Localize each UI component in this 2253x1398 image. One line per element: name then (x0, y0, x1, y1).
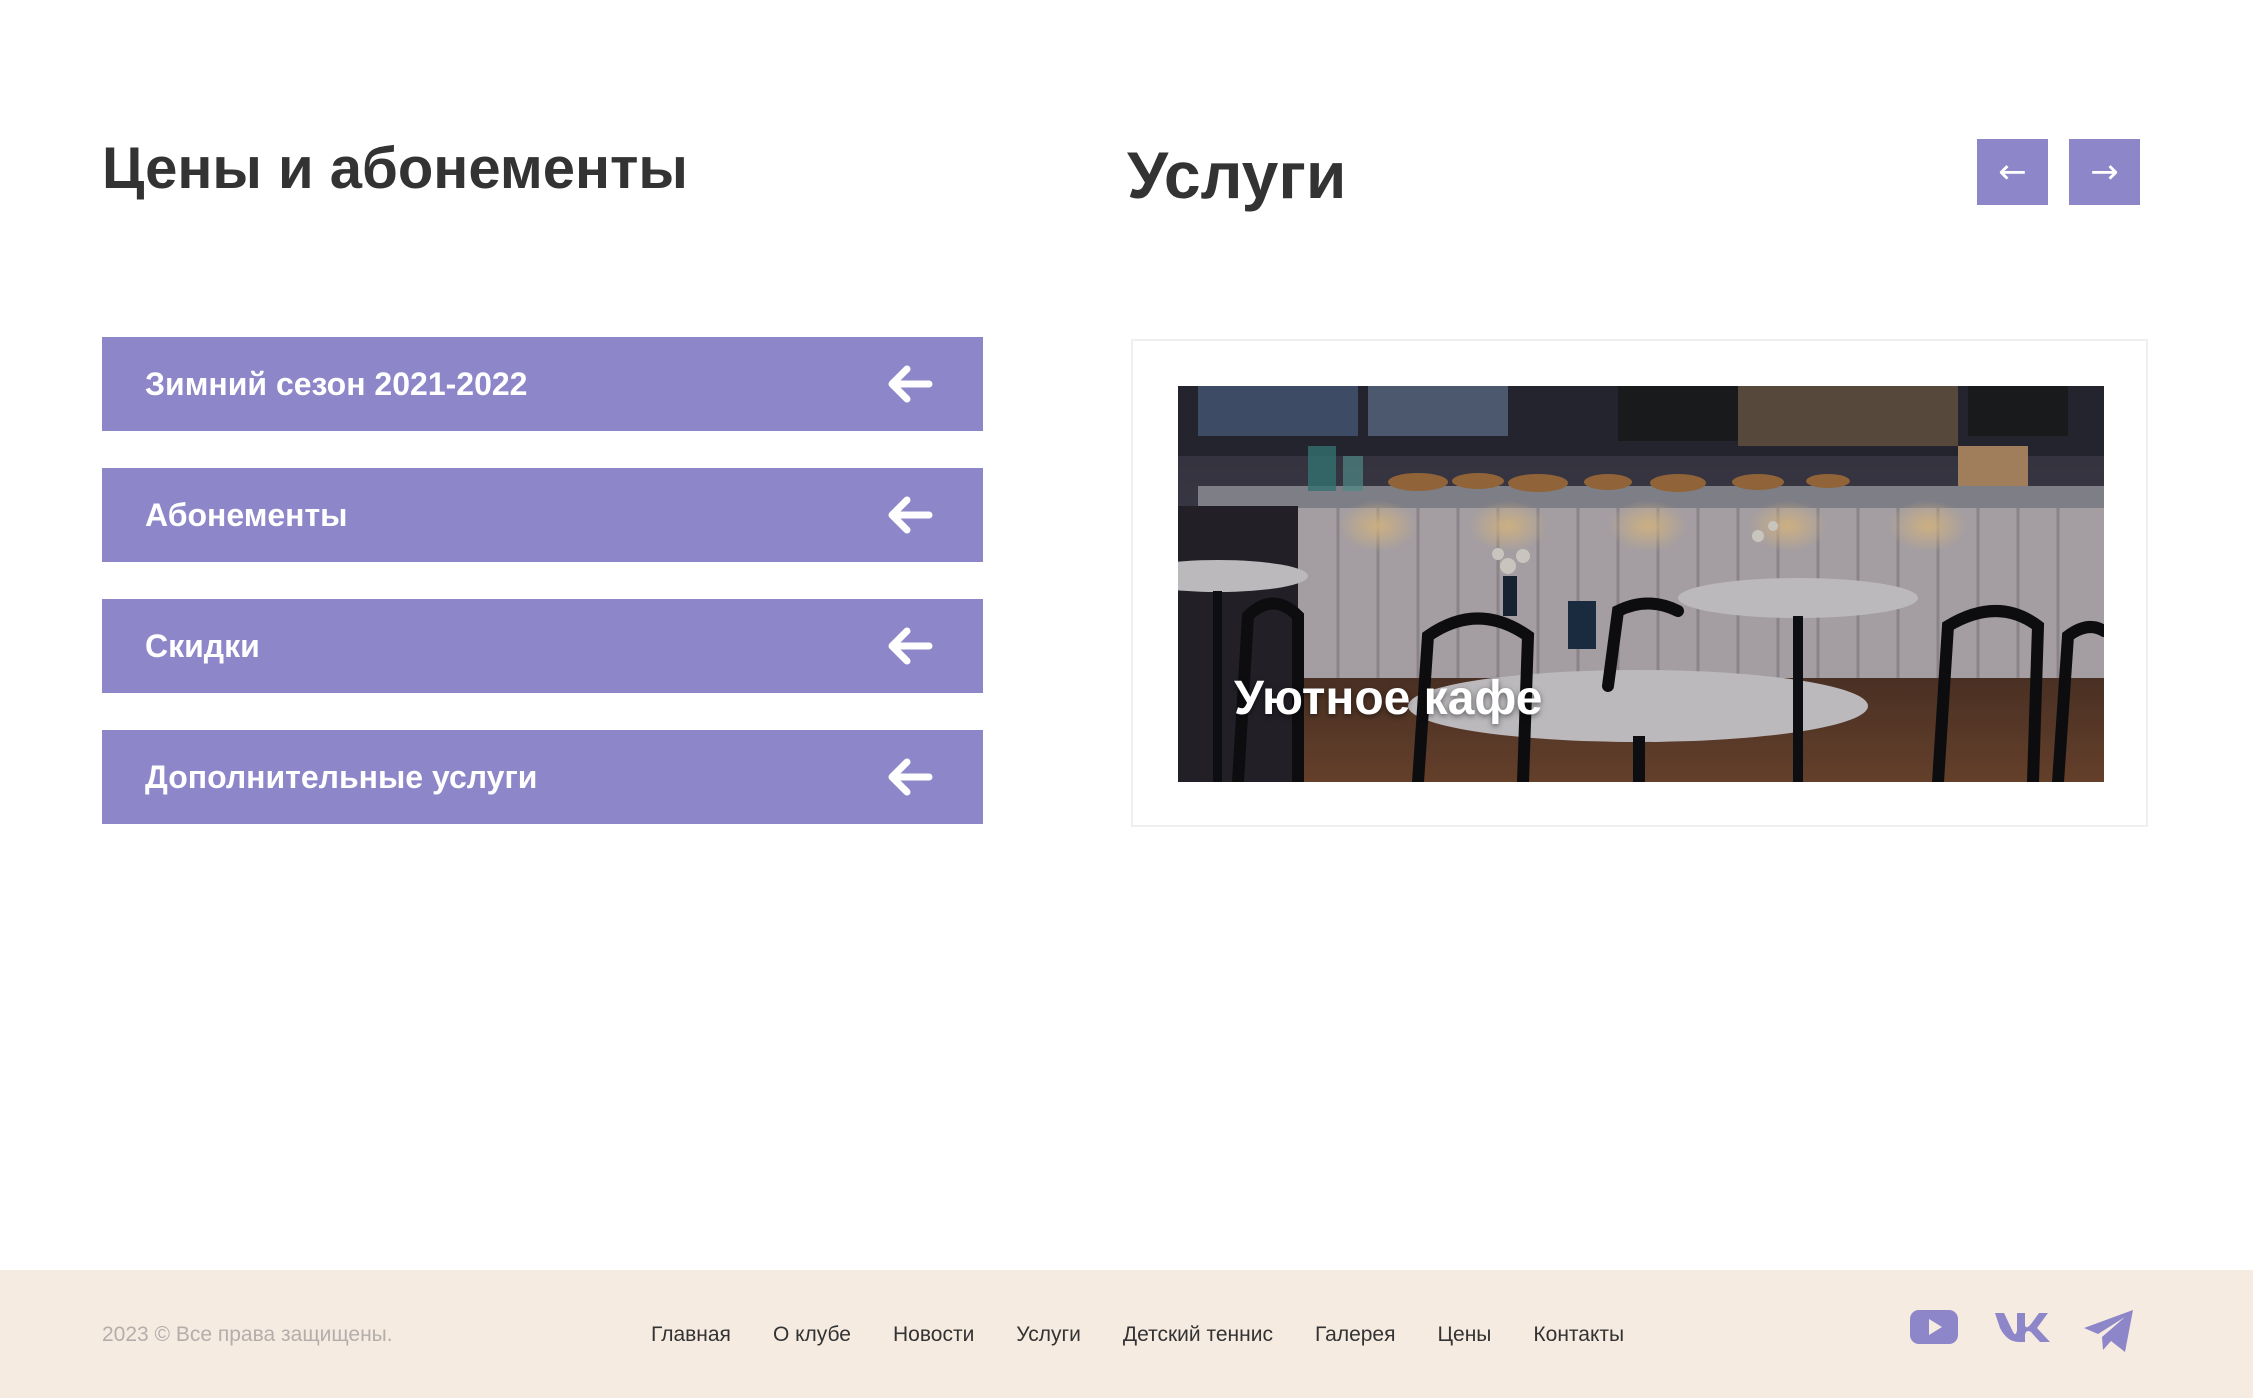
arrow-left-icon (888, 758, 933, 796)
arrow-left-icon (888, 496, 933, 534)
accordion-item-discounts[interactable]: Скидки (102, 599, 983, 693)
accordion-item-winter-season[interactable]: Зимний сезон 2021-2022 (102, 337, 983, 431)
footer-nav-news[interactable]: Новости (893, 1323, 974, 1347)
social-links (1910, 1308, 2135, 1359)
accordion-item-label: Дополнительные услуги (145, 758, 538, 795)
vk-icon[interactable] (1993, 1308, 2053, 1359)
footer-nav-home[interactable]: Главная (651, 1323, 731, 1347)
footer-nav-about[interactable]: О клубе (773, 1323, 851, 1347)
telegram-icon[interactable] (2083, 1308, 2135, 1359)
slider-prev-button[interactable]: ← (1977, 139, 2048, 205)
footer-nav-gallery[interactable]: Галерея (1315, 1323, 1396, 1347)
footer-nav-kids-tennis[interactable]: Детский теннис (1123, 1323, 1273, 1347)
services-title: Услуги (1127, 138, 1347, 212)
arrow-left-icon (888, 627, 933, 665)
accordion-item-label: Абонементы (145, 496, 348, 533)
accordion-item-label: Зимний сезон 2021-2022 (145, 365, 528, 402)
cafe-photo: Уютное кафе (1178, 386, 2104, 782)
arrow-left-icon (888, 365, 933, 403)
footer: 2023 © Все права защищены. Главная О клу… (0, 1270, 2253, 1398)
youtube-icon[interactable] (1910, 1308, 1958, 1359)
service-card[interactable]: Уютное кафе (1131, 339, 2148, 827)
footer-nav-prices[interactable]: Цены (1438, 1323, 1492, 1347)
service-card-caption: Уютное кафе (1234, 672, 1543, 725)
accordion-item-subscriptions[interactable]: Абонементы (102, 468, 983, 562)
copyright-text: 2023 © Все права защищены. (102, 1323, 393, 1346)
prices-accordion: Зимний сезон 2021-2022 Абонементы Скидки… (102, 337, 983, 861)
accordion-item-extra-services[interactable]: Дополнительные услуги (102, 730, 983, 824)
footer-nav-services[interactable]: Услуги (1016, 1323, 1081, 1347)
footer-nav-contacts[interactable]: Контакты (1533, 1323, 1624, 1347)
slider-next-button[interactable]: → (2069, 139, 2140, 205)
footer-nav: Главная О клубе Новости Услуги Детский т… (651, 1323, 1666, 1347)
accordion-item-label: Скидки (145, 627, 260, 664)
prices-title: Цены и абонементы (102, 136, 688, 201)
